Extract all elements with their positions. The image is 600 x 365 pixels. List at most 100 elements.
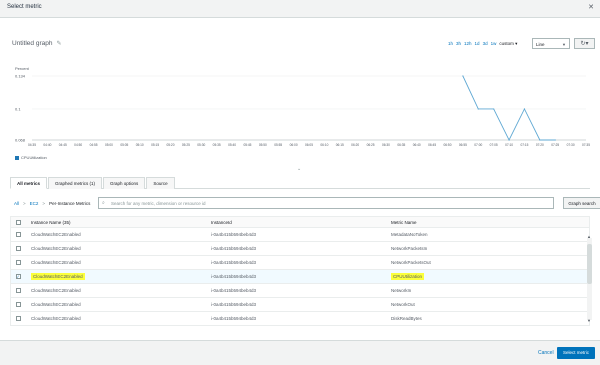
x-tick-label: 07:10 — [505, 143, 513, 147]
table-row[interactable]: CloudWatchEC2Enabled i-0a4b415b594beb4d3 N… — [11, 242, 589, 256]
graph-search-button[interactable]: Graph search — [563, 197, 600, 209]
instance-id: i-0a4b415b594beb4d3 — [211, 288, 257, 293]
x-tick-label: 07:15 — [520, 143, 528, 147]
chevron-down-icon: ▼ — [562, 42, 566, 47]
metric-name: NetworkPacketsIn — [391, 246, 428, 251]
table-row[interactable]: ✓ CloudWatchEC2Enabled i-0a4b415b594beb4d3… — [11, 270, 589, 284]
row-checkbox[interactable] — [15, 302, 21, 307]
x-tick-label: 05:55 — [274, 143, 282, 147]
instance-name: CloudWatchEC2Enabled — [31, 273, 85, 280]
x-tick-label: 07:35 — [582, 143, 590, 147]
table-body: CloudWatchEC2Enabled i-0a4b415b594beb4d3 M… — [11, 228, 589, 325]
metric-name-cell: NetworkOut — [385, 302, 589, 307]
x-tick-label: 05:50 — [259, 143, 267, 147]
table-row[interactable]: CloudWatchEC2Enabled i-0a4b415b594beb4d3 D… — [11, 312, 589, 325]
data-point — [554, 139, 556, 141]
instance-id: i-0a4b415b594beb4d3 — [211, 316, 257, 321]
time-range-1d[interactable]: 1d — [475, 41, 480, 47]
metric-chart: Percent 0.134 0.1 0.06804:35 04:40 04:45 04:50… — [15, 66, 590, 147]
row-checkbox[interactable] — [15, 260, 21, 265]
instance-id-cell: i-0a4b415b594beb4d3 — [205, 288, 385, 293]
row-checkbox[interactable] — [15, 316, 21, 321]
series-line — [462, 75, 556, 142]
metric-name-cell: NetworkPacketsIn — [385, 246, 589, 251]
refresh-button[interactable]: ↻▾ — [574, 38, 595, 49]
x-tick-label: 06:20 — [351, 143, 359, 147]
breadcrumb-all[interactable]: All — [14, 201, 19, 206]
x-tick-label: 05:10 — [136, 143, 144, 147]
row-checkbox[interactable] — [15, 246, 21, 251]
select-all-checkbox[interactable] — [15, 220, 21, 225]
refresh-icon: ↻▾ — [580, 41, 589, 47]
data-point — [477, 108, 479, 110]
table-row[interactable]: CloudWatchEC2Enabled i-0a4b415b594beb4d3 N… — [11, 256, 589, 270]
x-tick-label: 07:25 — [551, 143, 559, 147]
instance-id: i-0a4b415b594beb4d3 — [211, 232, 257, 237]
breadcrumb-ec2[interactable]: EC2 — [30, 201, 39, 206]
time-range-3d[interactable]: 3d — [483, 41, 488, 47]
table-scrollbar[interactable] — [587, 238, 592, 320]
row-checkbox[interactable] — [15, 232, 21, 237]
metrics-table: Instance Name (35) InstanceId Metric Nam… — [10, 216, 590, 326]
search-box[interactable]: ⌕ — [98, 197, 554, 209]
scroll-thumb[interactable] — [587, 244, 592, 284]
metric-name: NetworkPacketsOut — [391, 260, 431, 265]
collapse-handle[interactable]: ⌄ — [297, 166, 301, 172]
metric-name: NetworkOut — [391, 302, 415, 307]
instance-name-cell: CloudWatchEC2Enabled — [25, 316, 205, 321]
x-tick-label: 04:55 — [90, 143, 98, 147]
filter-row: All > EC2 > Per-Instance Metrics ⌕ Graph… — [10, 196, 600, 212]
tab-all-metrics[interactable]: All metrics — [10, 177, 48, 189]
tab-graphed-metrics-1[interactable]: Graphed metrics (1) — [48, 177, 103, 189]
select-all-cell — [11, 217, 25, 227]
x-tick-label: 07:30 — [567, 143, 575, 147]
col-instance-name[interactable]: Instance Name (35) — [25, 217, 205, 227]
time-range-3h[interactable]: 3h — [456, 41, 461, 47]
tab-source[interactable]: Source — [146, 177, 175, 189]
x-tick-label: 06:45 — [428, 143, 436, 147]
x-tick-label: 06:25 — [367, 143, 375, 147]
x-tick-label: 05:25 — [182, 143, 190, 147]
instance-id: i-0a4b415b594beb4d3 — [211, 246, 257, 251]
instance-id: i-0a4b415b594beb4d3 — [211, 302, 257, 307]
x-tick-label: 05:15 — [151, 143, 159, 147]
chart-legend[interactable]: CPUUtilization — [15, 155, 47, 160]
metric-name-cell: MetadataNoToken — [385, 232, 589, 237]
x-tick-label: 06:35 — [397, 143, 405, 147]
col-metric-name[interactable]: Metric Name — [385, 217, 589, 227]
modal-header: Select metric ✕ — [0, 0, 600, 18]
row-checkbox[interactable]: ✓ — [15, 274, 21, 279]
instance-name-cell: CloudWatchEC2Enabled — [25, 288, 205, 293]
time-range-selector: 1h 3h 12h 1d 3d 1w custom ▾ — [448, 41, 517, 47]
view-type-value: Line — [536, 42, 545, 47]
table-row[interactable]: CloudWatchEC2Enabled i-0a4b415b594beb4d3 M… — [11, 228, 589, 242]
x-tick-label: 07:00 — [474, 143, 482, 147]
time-range-custom[interactable]: custom ▾ — [499, 41, 517, 47]
time-range-1h[interactable]: 1h — [448, 41, 453, 47]
tab-graph-options[interactable]: Graph options — [103, 177, 146, 189]
table-row[interactable]: CloudWatchEC2Enabled i-0a4b415b594beb4d3 N… — [11, 298, 589, 312]
x-tick-label: 06:55 — [459, 143, 467, 147]
metric-tabs: All metrics Graphed metrics (1) Graph opti… — [10, 177, 590, 189]
table-row[interactable]: CloudWatchEC2Enabled i-0a4b415b594beb4d3 N… — [11, 284, 589, 298]
legend-swatch — [15, 155, 19, 160]
metric-name-cell: DiskReadBytes — [385, 316, 589, 321]
view-type-select[interactable]: Line ▼ — [532, 38, 570, 49]
instance-id: i-0a4b415b594beb4d3 — [211, 260, 257, 265]
row-checkbox[interactable] — [15, 288, 21, 293]
time-range-1w[interactable]: 1w — [491, 41, 497, 47]
col-instance-id[interactable]: InstanceId — [205, 217, 385, 227]
y-tick-label: 0.1 — [15, 106, 21, 111]
x-tick-label: 04:35 — [28, 143, 36, 147]
breadcrumb-separator: > — [42, 201, 46, 206]
cancel-button[interactable]: Cancel — [538, 350, 554, 356]
pencil-icon[interactable]: ✎ — [56, 41, 61, 47]
close-icon[interactable]: ✕ — [588, 3, 594, 11]
scroll-down-icon[interactable]: ▼ — [587, 318, 591, 323]
search-input[interactable] — [111, 199, 551, 208]
select-metric-button[interactable]: Select metric — [557, 347, 595, 359]
instance-id-cell: i-0a4b415b594beb4d3 — [205, 246, 385, 251]
x-tick-label: 05:30 — [197, 143, 205, 147]
graph-title[interactable]: Untitled graph ✎ — [12, 40, 62, 47]
time-range-12h[interactable]: 12h — [464, 41, 472, 47]
